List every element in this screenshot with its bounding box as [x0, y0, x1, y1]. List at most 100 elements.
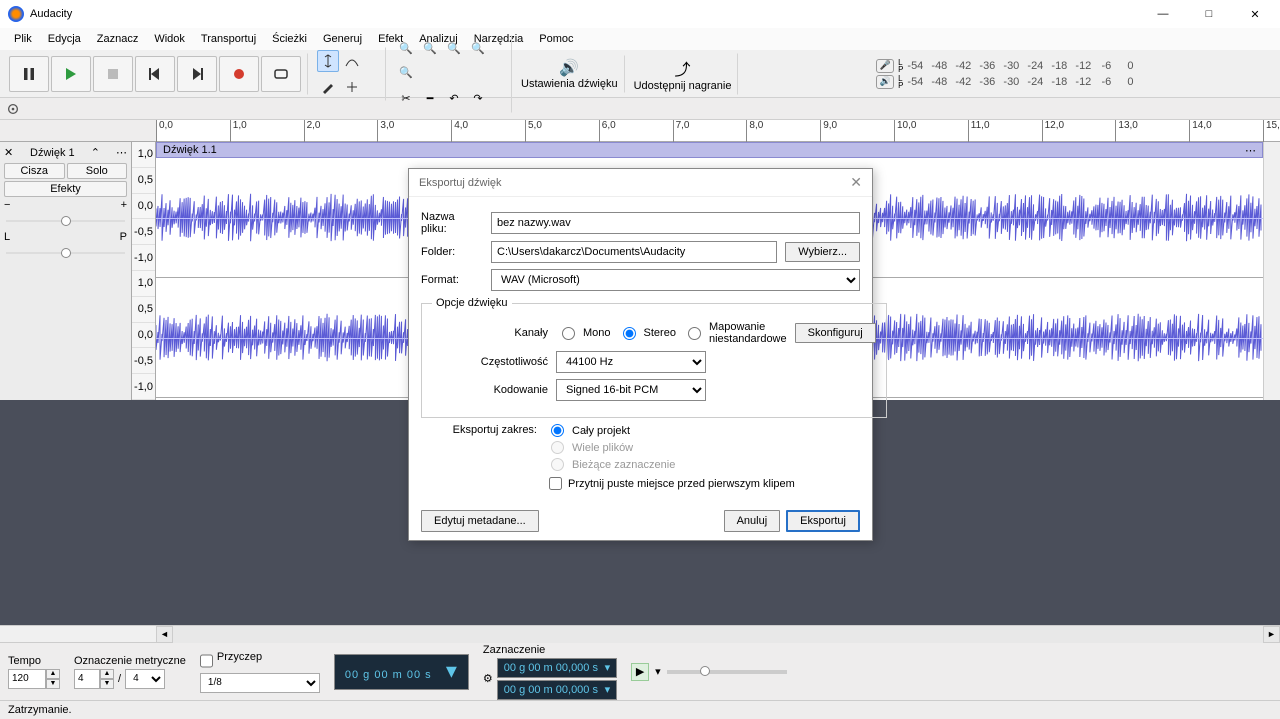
- record-button[interactable]: [219, 56, 259, 92]
- menu-generuj[interactable]: Generuj: [315, 31, 370, 47]
- menu-pomoc[interactable]: Pomoc: [531, 31, 581, 47]
- browse-button[interactable]: Wybierz...: [785, 242, 860, 262]
- timesig-label: Oznaczenie metryczne: [74, 655, 186, 667]
- titlebar: Audacity ― □ ✕: [0, 0, 1280, 28]
- effects-button[interactable]: Efekty: [4, 181, 127, 197]
- tools-group: [314, 47, 386, 101]
- format-select[interactable]: WAV (Microsoft): [491, 269, 860, 291]
- snap-checkbox[interactable]: [200, 651, 213, 671]
- track-menu-icon[interactable]: ⋯: [116, 146, 127, 159]
- trim-label: Przytnij puste miejsce przed pierwszym k…: [568, 478, 795, 490]
- mono-radio[interactable]: [562, 327, 575, 340]
- clip-header[interactable]: Dźwięk 1.1 ⋯: [156, 142, 1263, 158]
- format-label: Format:: [421, 274, 483, 286]
- loop-button[interactable]: [261, 56, 301, 92]
- skip-start-button[interactable]: [135, 56, 175, 92]
- zoom-in-icon[interactable]: 🔍: [395, 38, 417, 60]
- export-button[interactable]: Eksportuj: [786, 510, 860, 532]
- mic-icon[interactable]: 🎤: [876, 59, 894, 73]
- selection-label: Zaznaczenie: [483, 644, 617, 656]
- snap-select[interactable]: 1/8: [200, 673, 320, 693]
- audio-setup-icon[interactable]: 🔊: [559, 58, 579, 78]
- tempo-input[interactable]: [8, 669, 46, 689]
- edit-metadata-button[interactable]: Edytuj metadane...: [421, 510, 539, 532]
- gear-icon[interactable]: [6, 102, 20, 116]
- menu-edycja[interactable]: Edycja: [40, 31, 89, 47]
- draw-tool-icon[interactable]: [317, 76, 339, 98]
- custom-map-radio[interactable]: [688, 327, 701, 340]
- pause-button[interactable]: [9, 56, 49, 92]
- share-label[interactable]: Udostępnij nagranie: [634, 80, 732, 92]
- silence-icon[interactable]: ━: [419, 88, 441, 110]
- clip-menu-icon[interactable]: ⋯: [1245, 144, 1256, 157]
- zoom-toggle-icon[interactable]: 🔍: [395, 62, 417, 84]
- audio-options-legend: Opcje dźwięku: [432, 297, 512, 309]
- configure-button[interactable]: Skonfiguruj: [795, 323, 876, 343]
- mute-button[interactable]: Cisza: [4, 163, 65, 179]
- rec-meter-scale[interactable]: -54-48-42-36-30-24-18-12-60: [907, 60, 1137, 72]
- scroll-left-icon[interactable]: ◄: [156, 626, 173, 643]
- envelope-tool-icon[interactable]: [341, 50, 363, 72]
- app-title: Audacity: [30, 8, 1140, 20]
- redo-icon[interactable]: ↷: [467, 88, 489, 110]
- meters-group: 🎤 LP -54-48-42-36-30-24-18-12-60 🔊 LP -5…: [744, 56, 1272, 92]
- play-button[interactable]: [51, 56, 91, 92]
- zoom-fit-icon[interactable]: 🔍: [467, 38, 489, 60]
- trim-icon[interactable]: ✂: [395, 88, 417, 110]
- rate-label: Częstotliwość: [432, 356, 548, 368]
- cancel-button[interactable]: Anuluj: [724, 510, 781, 532]
- playback-speed-slider[interactable]: [667, 670, 787, 674]
- scroll-right-icon[interactable]: ►: [1263, 626, 1280, 643]
- hscrollbar[interactable]: ◄ ►: [0, 625, 1280, 642]
- menu-sciezki[interactable]: Ścieżki: [264, 31, 315, 47]
- selection-start[interactable]: 00 g 00 m 00,000 s ▾: [497, 658, 617, 678]
- timeline-ruler[interactable]: 0,01,02,03,04,05,06,07,08,09,010,011,012…: [156, 120, 1280, 142]
- zoom-group: 🔍 🔍 🔍 🔍 🔍 ✂ ━ ↶ ↷: [392, 35, 512, 113]
- multi-tool-icon[interactable]: [341, 76, 363, 98]
- close-button[interactable]: ✕: [1232, 0, 1278, 28]
- selection-end[interactable]: 00 g 00 m 00,000 s ▾: [497, 680, 617, 700]
- maximize-button[interactable]: □: [1186, 0, 1232, 28]
- minimize-button[interactable]: ―: [1140, 0, 1186, 28]
- speaker-icon[interactable]: 🔊: [876, 75, 894, 89]
- menu-transportuj[interactable]: Transportuj: [193, 31, 264, 47]
- stereo-radio[interactable]: [623, 327, 636, 340]
- encoding-select[interactable]: Signed 16-bit PCM: [556, 379, 706, 401]
- track-collapse-icon[interactable]: ⌃: [91, 146, 100, 159]
- app-logo-icon: [8, 6, 24, 22]
- share-icon[interactable]: ⤴: [675, 56, 691, 80]
- bottom-toolbar: Tempo ▲▼ Oznaczenie metryczne ▲▼ / 4 Prz…: [0, 642, 1280, 700]
- stop-button[interactable]: [93, 56, 133, 92]
- gain-slider[interactable]: [6, 215, 125, 227]
- time-display[interactable]: 00 g 00 m 00 s ▾: [334, 654, 469, 690]
- track-name[interactable]: Dźwięk 1: [30, 147, 75, 159]
- selection-tool-icon[interactable]: [317, 50, 339, 72]
- audio-setup-label[interactable]: Ustawienia dźwięku: [521, 78, 618, 90]
- solo-button[interactable]: Solo: [67, 163, 128, 179]
- dialog-titlebar[interactable]: Eksportuj dźwięk ✕: [409, 169, 872, 197]
- undo-icon[interactable]: ↶: [443, 88, 465, 110]
- sig-num-input[interactable]: [74, 669, 100, 689]
- zoom-out-icon[interactable]: 🔍: [419, 38, 441, 60]
- range-all-radio[interactable]: [551, 424, 564, 437]
- dialog-close-icon[interactable]: ✕: [850, 174, 862, 191]
- menu-widok[interactable]: Widok: [146, 31, 193, 47]
- menu-plik[interactable]: Plik: [6, 31, 40, 47]
- skip-end-button[interactable]: [177, 56, 217, 92]
- track-close-icon[interactable]: ✕: [4, 146, 14, 159]
- filename-input[interactable]: [491, 212, 860, 234]
- vscrollbar[interactable]: [1263, 142, 1280, 400]
- rate-select[interactable]: 44100 Hz: [556, 351, 706, 373]
- zoom-sel-icon[interactable]: 🔍: [443, 38, 465, 60]
- range-label: Eksportuj zakres:: [421, 424, 537, 436]
- menu-zaznacz[interactable]: Zaznacz: [89, 31, 147, 47]
- selection-gear-icon[interactable]: ⚙: [483, 672, 493, 685]
- audio-options-group: Opcje dźwięku Kanały Mono Stereo Mapowan…: [421, 297, 887, 418]
- settings-strip: [0, 98, 1280, 120]
- sig-den-select[interactable]: 4: [125, 669, 165, 689]
- play-at-speed-button[interactable]: ▶: [631, 663, 649, 681]
- trim-checkbox[interactable]: [549, 477, 562, 490]
- folder-input[interactable]: [491, 241, 777, 263]
- pan-slider[interactable]: [6, 247, 125, 259]
- play-meter-scale[interactable]: -54-48-42-36-30-24-18-12-60: [907, 76, 1137, 88]
